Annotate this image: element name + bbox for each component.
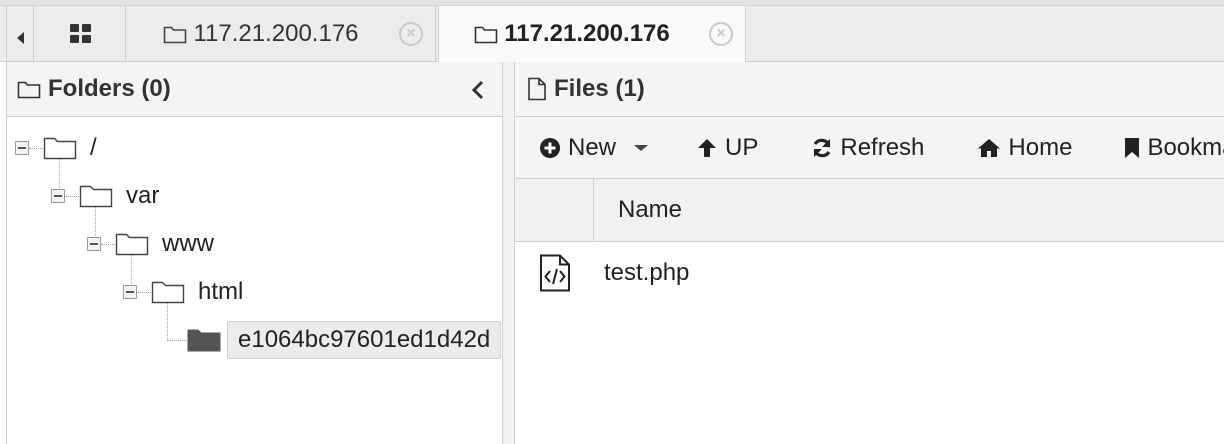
folder-filled-icon	[187, 329, 221, 352]
tab-bar: 117.21.200.176 × 117.21.200.176 ×	[0, 0, 1224, 62]
grid-icon	[69, 24, 91, 43]
close-tab-icon[interactable]: ×	[709, 22, 733, 46]
tree-node-root[interactable]: /	[15, 131, 97, 165]
panel-splitter[interactable]	[503, 62, 515, 444]
arrow-up-icon	[698, 138, 717, 157]
folder-icon	[151, 281, 185, 304]
folder-icon	[115, 233, 149, 256]
tab-label: 117.21.200.176	[193, 19, 359, 47]
folder-icon	[164, 26, 187, 43]
tree-node-label: html	[198, 278, 244, 305]
tab-label: 117.21.200.176	[504, 20, 670, 47]
column-header-name[interactable]: Name	[594, 179, 1224, 241]
chevron-left-icon	[471, 80, 484, 100]
folder-icon	[474, 26, 498, 44]
folder-icon	[17, 81, 41, 99]
tree-node-var[interactable]: var	[51, 179, 159, 213]
caret-left-icon	[16, 31, 24, 44]
file-name: test.php	[604, 259, 690, 286]
files-panel: Files (1) New UP Refresh Home Bookm Name…	[515, 62, 1224, 444]
home-button[interactable]: Home	[950, 117, 1098, 178]
files-toolbar: New UP Refresh Home Bookm	[515, 117, 1224, 179]
column-header-name-label: Name	[618, 196, 683, 223]
folders-panel-title: Folders (0)	[48, 75, 171, 102]
column-header-icon[interactable]	[515, 179, 594, 241]
tree-node-label: e1064bc97601ed1d42d	[227, 321, 502, 359]
folder-tree: / var www html e1064bc97601ed1d42d	[7, 118, 502, 444]
file-icon	[528, 77, 546, 101]
collapse-panel-button[interactable]	[468, 78, 488, 102]
tab-scroll-left-button[interactable]	[6, 6, 34, 61]
collapse-node-icon[interactable]	[123, 285, 137, 299]
code-file-icon	[539, 254, 571, 292]
files-panel-header: Files (1)	[515, 62, 1224, 117]
tree-node-label: /	[90, 134, 97, 161]
folder-icon	[79, 185, 113, 208]
collapse-node-icon[interactable]	[51, 189, 65, 203]
chevron-down-icon	[634, 144, 649, 151]
up-button[interactable]: UP	[668, 117, 784, 178]
home-icon	[978, 138, 1001, 157]
folders-panel: Folders (0) / var www html e1064bc97601e…	[6, 62, 503, 444]
tab-connection-2[interactable]: 117.21.200.176 ×	[438, 6, 746, 62]
collapse-node-icon[interactable]	[87, 237, 101, 251]
bookmarks-button-label: Bookma	[1147, 133, 1224, 161]
refresh-button-label: Refresh	[840, 133, 925, 161]
tab-dashboard[interactable]	[35, 6, 126, 61]
refresh-button[interactable]: Refresh	[784, 117, 950, 178]
new-button-label: New	[568, 133, 617, 161]
file-list-header: Name	[515, 179, 1224, 242]
files-panel-title: Files (1)	[554, 75, 645, 102]
file-row[interactable]: test.php	[515, 251, 1224, 295]
tree-node-label: var	[126, 182, 160, 209]
bookmark-icon	[1125, 137, 1140, 158]
tree-node-label: www	[162, 230, 214, 257]
collapse-node-icon[interactable]	[15, 141, 29, 155]
close-tab-icon[interactable]: ×	[399, 22, 423, 46]
new-button[interactable]: New	[515, 117, 668, 178]
tree-node-www[interactable]: www	[87, 227, 214, 261]
tree-node-selected-folder[interactable]: e1064bc97601ed1d42d	[187, 321, 502, 359]
tree-node-html[interactable]: html	[123, 275, 243, 309]
folder-icon	[43, 137, 77, 160]
bookmarks-button[interactable]: Bookma	[1098, 117, 1224, 178]
up-button-label: UP	[725, 133, 759, 161]
folders-panel-header: Folders (0)	[7, 62, 502, 117]
plus-circle-icon	[540, 137, 560, 158]
refresh-icon	[813, 138, 831, 157]
home-button-label: Home	[1008, 133, 1073, 161]
tab-connection-1[interactable]: 117.21.200.176 ×	[127, 6, 436, 61]
